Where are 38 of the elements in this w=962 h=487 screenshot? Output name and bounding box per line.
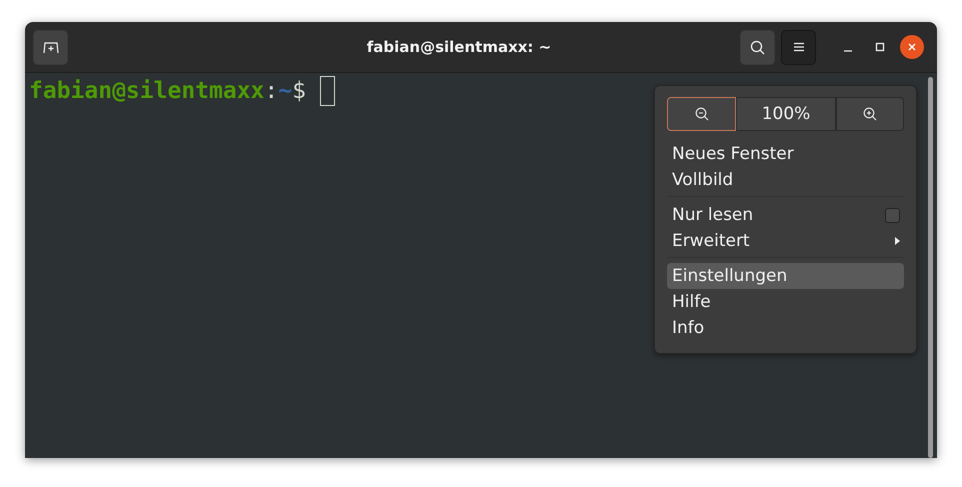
checkbox[interactable] [885,208,900,222]
zoom-in-button[interactable] [836,97,904,131]
search-button[interactable] [740,30,775,64]
menu-item-label: Vollbild [672,170,734,190]
menu-item[interactable]: Hilfe [667,289,904,315]
window-title: fabian@silentmaxx: ~ [366,38,552,56]
zoom-level-button[interactable]: 100% [736,97,836,131]
menu-item[interactable]: Nur lesen [667,202,904,228]
menu-icon [792,42,804,52]
menu-item-label: Neues Fenster [672,144,794,164]
new-tab-button[interactable] [33,30,68,64]
search-icon [750,40,765,54]
menu-item-label: Einstellungen [672,266,788,286]
scrollbar[interactable] [928,77,933,458]
prompt-separator: : [264,78,278,104]
menu-item[interactable]: Einstellungen [667,263,904,289]
zoom-in-icon [862,107,877,121]
minimize-icon [843,50,853,52]
prompt-path: ~ [278,78,292,104]
menu-item-label: Hilfe [672,292,711,312]
menu-item-label: Nur lesen [672,205,754,225]
submenu-arrow-icon [895,237,900,245]
zoom-out-icon [694,107,709,121]
maximize-icon [875,42,885,52]
menu-item[interactable]: Info [667,315,904,341]
zoom-out-button[interactable] [667,97,736,131]
new-tab-icon [42,40,58,54]
menu-button[interactable] [781,30,816,64]
prompt-symbol: $ [292,78,306,104]
menu-item[interactable]: Neues Fenster [667,141,904,167]
prompt-user-host: fabian@silentmaxx [29,78,264,104]
menu-item[interactable]: Vollbild [667,167,904,193]
menu-item[interactable]: Erweitert [667,228,904,254]
close-button[interactable] [900,35,924,59]
text-cursor [320,76,335,106]
close-icon [907,42,917,52]
menu-item-label: Erweitert [672,231,750,251]
menu-item-label: Info [672,318,704,338]
